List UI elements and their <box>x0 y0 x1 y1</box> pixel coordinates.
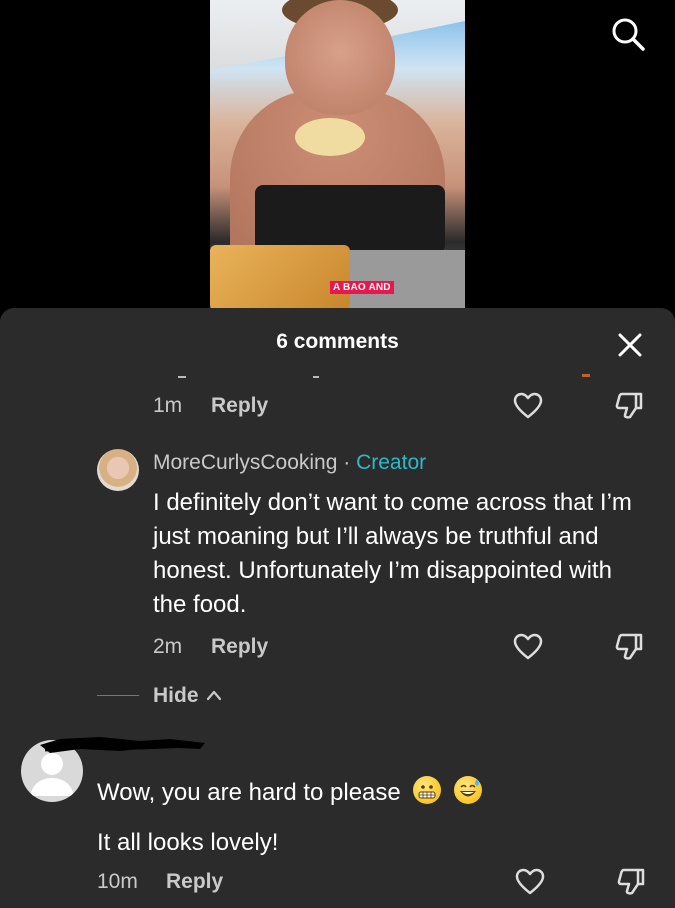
grinning-sweat-emoji <box>454 776 483 804</box>
comment-timestamp: 10m <box>97 870 138 893</box>
thread-divider <box>97 695 139 696</box>
video-frame-face <box>285 0 395 115</box>
close-icon[interactable] <box>617 332 643 358</box>
clipped-comment-text <box>178 374 590 378</box>
creator-avatar[interactable] <box>97 449 139 491</box>
comment-author-line: MoreCurlysCooking · Creator <box>153 451 426 475</box>
comment-text-line-1: Wow, you are hard to please <box>97 776 483 810</box>
reply-button[interactable]: Reply <box>211 635 268 659</box>
video-frame-fries <box>210 245 350 310</box>
dislike-icon[interactable] <box>614 391 644 421</box>
dislike-icon[interactable] <box>614 632 644 662</box>
video-frame-plate <box>330 250 465 310</box>
dislike-icon[interactable] <box>616 867 646 897</box>
redacted-username-scribble <box>40 737 205 753</box>
comments-sheet: 6 comments 1m Reply MoreCurlysCooking · … <box>0 308 675 908</box>
creator-badge: Creator <box>356 451 427 474</box>
search-icon[interactable] <box>610 16 646 52</box>
chevron-up-icon <box>207 690 222 701</box>
comments-title: 6 comments <box>276 330 399 353</box>
heart-icon[interactable] <box>515 867 545 897</box>
video-player[interactable]: A BAO AND <box>210 0 465 310</box>
heart-icon[interactable] <box>513 391 543 421</box>
comment-timestamp: 2m <box>153 635 183 658</box>
heart-icon[interactable] <box>513 632 543 662</box>
comment-username[interactable]: MoreCurlysCooking <box>153 451 337 474</box>
video-frame-bao-bun <box>295 118 365 156</box>
grimacing-face-emoji <box>413 776 442 804</box>
comment-timestamp: 1m <box>153 394 183 417</box>
reply-button[interactable]: Reply <box>166 870 223 894</box>
hide-label: Hide <box>153 684 199 707</box>
comment-text: I definitely don’t want to come across t… <box>153 489 632 618</box>
separator-dot: · <box>343 451 351 474</box>
video-caption: A BAO AND <box>330 281 394 294</box>
reply-button[interactable]: Reply <box>211 394 268 418</box>
comment-text-main: Wow, you are hard to please <box>97 779 401 806</box>
comment-text-line-2: It all looks lovely! <box>97 829 279 856</box>
hide-replies-button[interactable]: Hide <box>153 684 222 708</box>
